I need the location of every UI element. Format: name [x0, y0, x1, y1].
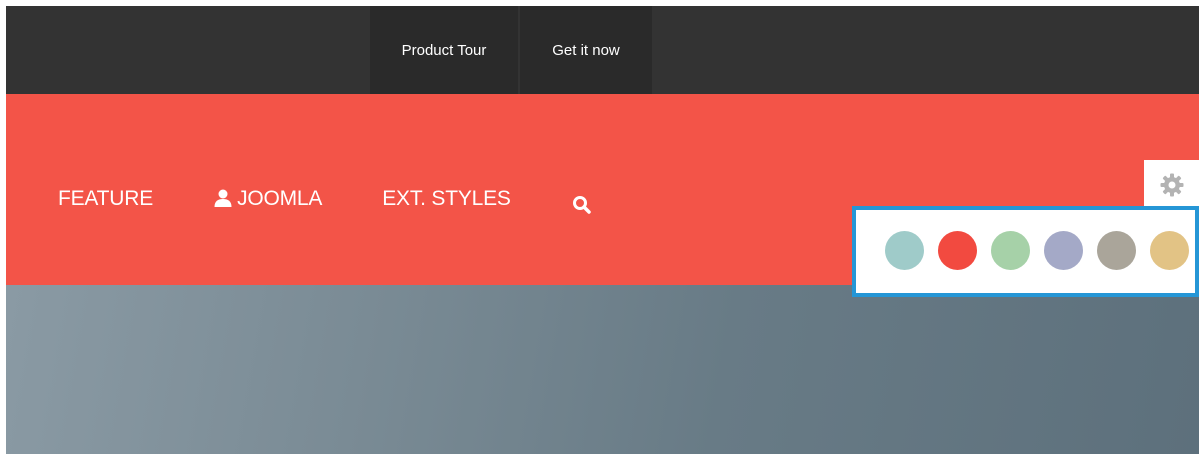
swatch-lavender[interactable] — [1044, 231, 1083, 270]
menu-item-joomla-label: JOOMLA — [237, 187, 323, 210]
product-tour-label: Product Tour — [401, 41, 487, 59]
menu-item-feature-label: FEATURE — [58, 187, 154, 210]
product-tour-link[interactable]: Product Tour — [370, 6, 518, 94]
menu-item-ext-styles[interactable]: EXT. STYLES — [382, 187, 511, 211]
swatch-green[interactable] — [991, 231, 1030, 270]
style-switcher-toggle[interactable] — [1144, 160, 1199, 210]
swatch-teal[interactable] — [885, 231, 924, 270]
main-nav: FEATURE JOOMLA EXT. STYLES — [58, 182, 593, 216]
get-it-now-label: Get it now — [552, 41, 620, 59]
menu-item-joomla[interactable]: JOOMLA — [213, 187, 322, 211]
top-nav: Product Tour Get it now — [370, 6, 652, 94]
gear-icon — [1160, 173, 1183, 197]
color-swatch-panel — [852, 206, 1199, 297]
swatch-red[interactable] — [938, 231, 977, 270]
swatch-taupe[interactable] — [1097, 231, 1136, 270]
color-swatches — [885, 231, 1199, 270]
menu-item-ext-styles-label: EXT. STYLES — [382, 187, 511, 210]
search-icon[interactable] — [571, 194, 593, 216]
menu-item-feature[interactable]: FEATURE — [58, 187, 153, 211]
user-icon — [214, 189, 232, 207]
top-bar: Product Tour Get it now — [6, 6, 1199, 94]
get-it-now-link[interactable]: Get it now — [520, 6, 652, 94]
swatch-tan[interactable] — [1150, 231, 1189, 270]
hero-image — [6, 285, 1199, 454]
page: Product Tour Get it now FEATURE JOOMLA E… — [6, 6, 1199, 454]
